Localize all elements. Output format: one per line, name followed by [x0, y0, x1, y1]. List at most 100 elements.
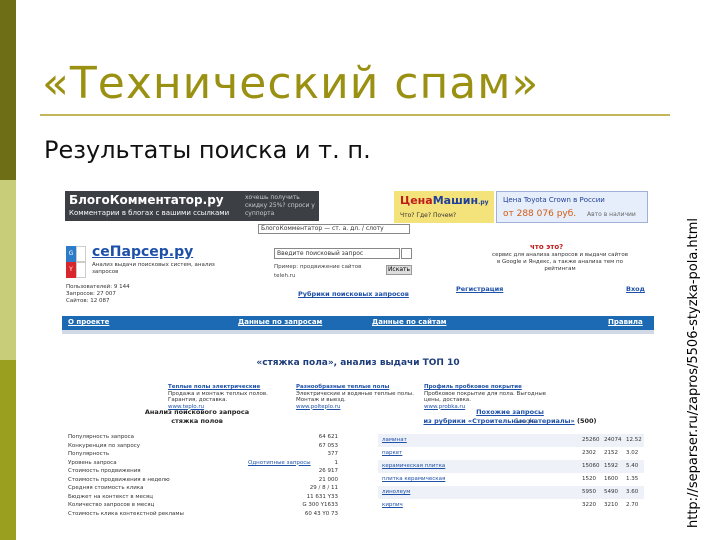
context-ad-body: Электрические и водяные теплые полы. Мон…: [296, 390, 414, 404]
similar-query-stat: 5490: [604, 489, 618, 495]
analysis-row-link[interactable]: Однотипные запросы: [248, 460, 311, 466]
analysis-row-value: G 300 Y1633: [302, 502, 338, 508]
main-navbar: О проекте Данные по запросам Данные по с…: [62, 316, 654, 330]
cenamashin-banner[interactable]: ЦенаМашин.ру Что? Где? Почем?: [394, 191, 494, 223]
table-row: плитка керамическая 1520 1600 1.35: [378, 473, 644, 486]
similar-subtitle[interactable]: из рубрики «Строительные материалы»: [423, 417, 574, 425]
similar-query-stat: 15060: [582, 463, 600, 469]
similar-query-link[interactable]: паркет: [382, 450, 402, 456]
analysis-row: Стоимость клика контекстной рекламы 60 43…: [68, 511, 338, 520]
similar-query-stat: 3220: [582, 502, 596, 508]
slide-subtitle: Результаты поиска и т. п.: [44, 136, 371, 164]
embedded-screenshot: БлогоКомментатор.ру Комментарии в блогах…: [58, 186, 658, 540]
blogokommentator-banner[interactable]: БлогоКомментатор.ру Комментарии в блогах…: [65, 191, 319, 221]
analysis-row-label: Количество запросов в месяц: [68, 502, 155, 508]
analysis-row-value: 11 631 Y33: [306, 493, 338, 500]
analysis-row-label: Популярность: [68, 451, 110, 457]
similar-query-stat: 2152: [604, 450, 618, 456]
context-ad[interactable]: Разнообразные теплые полы Электрические …: [296, 384, 422, 410]
bar-segment-dark: [0, 0, 16, 180]
top-search-field[interactable]: БлогоКомментатор — ст. а. дл. / слоту: [258, 224, 410, 234]
similar-title[interactable]: Похожие запросы: [410, 408, 610, 417]
login-link[interactable]: Вход: [626, 285, 645, 293]
analysis-row: Конкуренция по запросу 67 053: [68, 443, 338, 452]
similar-query-stat: 3.02: [626, 450, 639, 456]
search-button[interactable]: Искать: [386, 265, 412, 275]
context-ad[interactable]: Теплые полы электрические Продажа и монт…: [168, 384, 294, 410]
nav-about[interactable]: О проекте: [68, 318, 109, 326]
analysis-row-label: Стоимость продвижения в неделю: [68, 476, 170, 483]
search-example-site: teleh.ru: [274, 273, 296, 279]
analysis-row: Стоимость продвижения в неделю 21 000: [68, 477, 338, 486]
analysis-row-value: 21 000: [318, 476, 338, 483]
analysis-table: Популярность запроса 64 621 Конкуренция по…: [68, 434, 338, 519]
stat-line: Пользователей: 9 144: [66, 284, 130, 290]
analysis-row-label: Популярность запроса: [68, 434, 134, 440]
rubric-link[interactable]: Рубрики поисковых запросов: [298, 290, 409, 298]
page-headline: «стяжка пола», анализ выдачи ТОП 10: [256, 358, 460, 368]
similar-query-stat: 1592: [604, 463, 618, 469]
similar-query-stat: 1.35: [626, 476, 639, 482]
similar-count: (500): [577, 417, 597, 425]
similar-query-stat: 1520: [582, 476, 596, 482]
context-ad-body: Продажа и монтаж теплых полов. Гарантия,…: [168, 390, 268, 404]
analysis-row: Стоимость продвижения 26 917: [68, 468, 338, 477]
context-ad[interactable]: Профиль пробковое покрытие Пробковое пок…: [424, 384, 550, 410]
analysis-row: Популярность 377: [68, 451, 338, 460]
analysis-row: Популярность запроса 64 621: [68, 434, 338, 443]
register-link[interactable]: Регистрация: [456, 285, 503, 293]
analysis-row-label: Бюджет на контекст в месяц: [68, 493, 153, 500]
analysis-row: Уровень запроса 1 Однотипные запросы: [68, 460, 338, 469]
similar-query-stat: 5.40: [626, 463, 639, 469]
table-row: паркет 2302 2152 3.02: [378, 447, 644, 460]
similar-query-link[interactable]: керамическая плитка: [382, 463, 445, 469]
site-stats: Пользователей: 9 144 Запросов: 27 007 Са…: [66, 284, 130, 305]
similar-query-stat: 24074: [604, 437, 622, 443]
banner-promo: хочешь получить скидку 25%? спроси у суп…: [245, 194, 315, 217]
analysis-row-value: 67 053: [318, 442, 338, 449]
search-input[interactable]: Введите поисковый запрос: [274, 248, 400, 259]
toyota-banner[interactable]: Цена Toyota Crown в России от 288 076 ру…: [496, 191, 648, 223]
site-logo-name[interactable]: сеПарсер.ру: [92, 244, 193, 260]
nav-queries[interactable]: Данные по запросам: [238, 318, 322, 326]
similar-query-link[interactable]: кирпич: [382, 502, 403, 508]
analysis-query: стяжка полов: [171, 417, 223, 425]
bar-segment-light: [0, 180, 16, 360]
navbar-shadow: [62, 330, 654, 334]
similar-table: ламинат 25260 24074 12.52 паркет 2302 2152 3.02…: [378, 434, 644, 512]
banner-brand: БлогоКомментатор.ру: [69, 193, 224, 207]
analysis-row-label: Стоимость клика контекстной рекламы: [68, 510, 184, 517]
analysis-row-label: Конкуренция по запросу: [68, 442, 141, 449]
analysis-row-value: 60 43 Y0 73: [304, 510, 338, 517]
similar-query-stat: 25260: [582, 437, 600, 443]
table-row: ламинат 25260 24074 12.52: [378, 434, 644, 447]
similar-query-link[interactable]: плитка керамическая: [382, 476, 445, 482]
analysis-row: Бюджет на контекст в месяц 11 631 Y33: [68, 494, 338, 503]
similar-queries-title: Похожие запросы из рубрики «Строительные…: [410, 408, 610, 426]
similar-query-link[interactable]: линолеум: [382, 489, 410, 495]
analysis-row: Средняя стоимость клика 29 / 8 / 11: [68, 485, 338, 494]
similar-query-stat: 2.70: [626, 502, 639, 508]
banner-tagline: Комментарии в блогах с вашими ссылками: [69, 209, 230, 217]
search-option-checkbox[interactable]: [401, 248, 412, 259]
source-url[interactable]: http://separser.ru/zapros/5506-styzka-po…: [686, 218, 701, 528]
stat-line: Сайтов: 12 087: [66, 298, 110, 304]
separser-logo-icon: G Y: [66, 246, 86, 278]
context-ad-site[interactable]: www.polteplo.ru: [296, 404, 340, 410]
analysis-title-line: Анализ поискового запроса: [144, 408, 250, 416]
nav-rules[interactable]: Правила: [608, 318, 643, 326]
table-row: линолеум 5950 5490 3.60: [378, 486, 644, 499]
analysis-row-value: 64 621: [318, 434, 338, 440]
nav-sites[interactable]: Данные по сайтам: [372, 318, 447, 326]
cenamashin-brand: ЦенаМашин.ру: [400, 194, 489, 207]
similar-query-stat: 5950: [582, 489, 596, 495]
similar-query-stat: 12.52: [626, 437, 642, 443]
what-is-this-title: что это?: [530, 243, 564, 251]
search-example: Пример: продвижение сайтов: [274, 264, 362, 270]
analysis-row-value: 29 / 8 / 11: [309, 485, 338, 491]
analysis-row-value: 1: [334, 459, 339, 466]
analysis-row-label: Стоимость продвижения: [68, 468, 141, 474]
similar-query-stat: 3.60: [626, 489, 639, 495]
title-divider: [40, 114, 670, 116]
similar-query-link[interactable]: ламинат: [382, 437, 407, 443]
